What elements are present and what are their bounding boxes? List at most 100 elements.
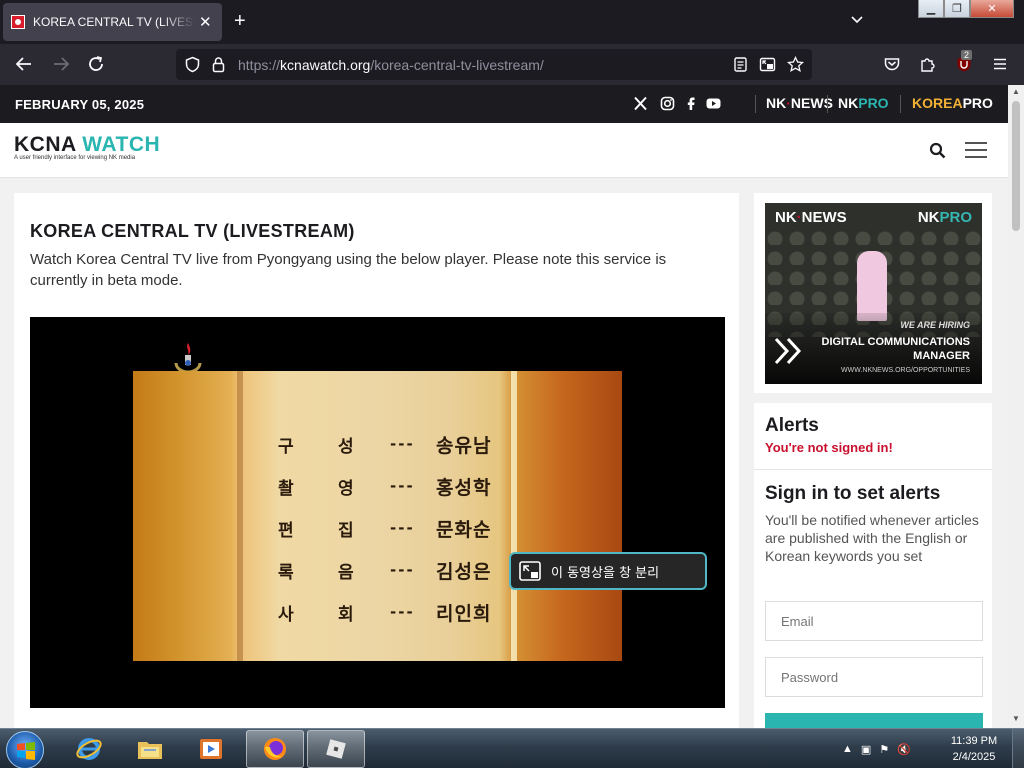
address-bar[interactable]: https://kcnawatch.org/korea-central-tv-l… [176,49,812,80]
video-dark-band [237,371,243,661]
tab-close-icon[interactable]: ✕ [199,13,212,31]
credit-role-char: 촬 [278,478,294,499]
internet-explorer-icon[interactable] [60,730,118,768]
back-button[interactable] [14,54,34,74]
video-light-streak [511,371,517,661]
credit-row: 촬 영 --- 홍성학 [278,465,491,507]
show-desktop-button[interactable] [1012,729,1024,768]
windows-logo-icon [17,742,35,760]
pip-toggle-icon [519,561,541,581]
scroll-down-icon[interactable]: ▼ [1012,715,1020,723]
media-player-icon[interactable] [182,730,240,768]
x-icon[interactable] [633,96,648,111]
email-field[interactable] [765,601,983,641]
kctv-emblem-icon [174,343,202,371]
ad-nknews-brand-suffix: NEWS [801,209,847,226]
credit-person: 김성은 [436,560,492,583]
taskbar-clock[interactable]: 11:39 PM 2/4/2025 [942,733,1006,765]
site-security-lock-icon[interactable] [210,56,227,73]
bookmark-star-icon[interactable] [787,56,804,73]
ad-nknews-brand-prefix: NK [775,209,797,226]
credit-row: 록 음 --- 김성은 [278,549,491,591]
kcna-watch-logo[interactable]: KCNA WATCH A user friendly interface for… [14,133,160,161]
credit-person: 리인희 [436,602,492,625]
sign-in-heading: Sign in to set alerts [765,483,941,504]
reload-button[interactable] [86,54,106,74]
search-icon[interactable] [929,142,946,159]
credit-dash: --- [390,477,415,495]
current-date: FEBRUARY 05, 2025 [15,97,145,112]
nk-news-hiring-ad[interactable]: NK·NEWS NKPRO WE ARE HIRING DIGITAL COMM… [765,203,982,384]
credit-role-char: 록 [278,562,294,583]
ad-job-title: DIGITAL COMMUNICATIONS MANAGER [821,336,971,362]
credit-person: 홍성학 [436,476,492,499]
credit-role-char: 음 [338,562,354,583]
youtube-icon[interactable] [706,96,721,111]
reader-view-icon[interactable] [732,56,749,73]
logo-watch: WATCH [82,133,161,156]
clock-time: 11:39 PM [950,735,998,747]
credit-dash: --- [390,519,415,537]
facebook-icon[interactable] [683,96,698,111]
sign-in-button[interactable] [765,713,983,728]
volume-muted-icon[interactable]: 🔇 [897,743,911,756]
header-separator [900,95,901,113]
nk-pro-link[interactable]: NK PRO [838,95,889,111]
ad-nkpro-brand: NKPRO [918,209,972,226]
site-top-strip: FEBRUARY 05, 2025 NK · NEWS NK PRO KOREA P… [0,85,1008,123]
nk-news-link-prefix: NK [766,95,787,111]
scroll-thumb[interactable] [1012,101,1020,231]
windows-taskbar: ▲ ▣ ⚑ 🔇 11:39 PM 2/4/2025 [0,728,1024,768]
minimize-window-button[interactable]: ▁ [918,0,944,18]
sidebar-ad-card: NK·NEWS NKPRO WE ARE HIRING DIGITAL COMM… [754,193,992,393]
alerts-divider [754,469,992,470]
start-button[interactable] [6,731,44,768]
action-center-flag-icon[interactable]: ⚑ [879,743,889,756]
pocket-icon[interactable] [882,54,902,74]
file-explorer-icon[interactable] [121,730,179,768]
intro-text: Watch Korea Central TV live from Pyongya… [30,251,667,289]
ad-nknews-brand: NK·NEWS [775,209,847,226]
forward-button[interactable] [51,54,71,74]
list-all-tabs-icon[interactable] [850,12,864,26]
firefox-icon[interactable] [246,730,304,768]
nk-news-link[interactable]: NK · NEWS [766,95,833,111]
roblox-icon[interactable] [307,730,365,768]
browser-tab-bar: KOREA CENTRAL TV (LIVESTREAM) ✕ + ▁ ❐ ✕ [0,0,1024,44]
alerts-card: Alerts You're not signed in! Sign in to … [754,403,992,728]
ad-nkpro-brand-prefix: NK [917,209,940,226]
show-hidden-icons-icon[interactable]: ▲ [842,743,853,755]
picture-in-picture-toggle[interactable]: 이 동영상을 창 분리 [509,552,707,590]
header-separator [755,95,756,113]
credit-role-char: 집 [338,520,354,541]
scroll-up-icon[interactable]: ▲ [1012,88,1020,96]
application-menu-icon[interactable] [990,54,1010,74]
credit-row: 편 집 --- 문화순 [278,507,491,549]
window-controls: ▁ ❐ ✕ [918,0,1014,18]
close-window-button[interactable]: ✕ [970,0,1014,18]
header-separator [827,95,828,113]
logo-kcna: KCNA [14,133,83,156]
extensions-icon[interactable] [918,54,938,74]
ad-site-url: WWW.NKNEWS.ORG/OPPORTUNITIES [841,367,970,374]
credit-dash: --- [390,603,415,621]
picture-in-picture-icon[interactable] [759,56,776,73]
network-icon[interactable]: ▣ [861,743,871,756]
hamburger-menu-icon[interactable] [965,142,987,158]
url-domain: kcnawatch.org [280,57,371,73]
url-text: https://kcnawatch.org/korea-central-tv-l… [238,57,544,73]
tracking-protection-shield-icon[interactable] [184,56,201,73]
new-tab-button[interactable]: + [234,10,246,32]
password-field[interactable] [765,657,983,697]
credit-role-char: 구 [278,436,294,457]
site-header: KCNA WATCH A user friendly interface for… [0,123,1008,178]
credit-role-char: 회 [338,604,354,625]
maximize-window-button[interactable]: ❐ [944,0,970,18]
instagram-icon[interactable] [660,96,675,111]
page-scrollbar[interactable]: ▲ ▼ [1008,85,1024,728]
korea-pro-link[interactable]: KOREA PRO [912,95,993,111]
video-player[interactable]: 구 성 --- 송유남 촬 영 --- 홍성학 편 집 --- 문화순 록 음 … [30,317,725,708]
url-scheme: https:// [238,57,281,73]
credit-dash: --- [390,435,415,453]
browser-tab[interactable]: KOREA CENTRAL TV (LIVESTREAM) ✕ [3,3,222,41]
